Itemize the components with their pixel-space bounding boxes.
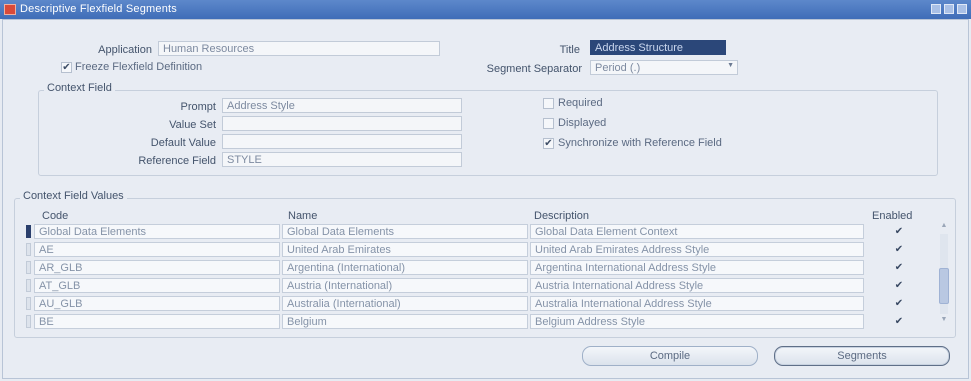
row-indicator[interactable] — [26, 297, 31, 310]
prompt-field[interactable]: Address Style — [222, 98, 462, 113]
checkmark-icon: ✔ — [544, 138, 553, 149]
synchronize-checkbox[interactable]: ✔ — [543, 138, 554, 149]
column-header-code: Code — [42, 210, 69, 222]
row-indicator[interactable] — [26, 315, 31, 328]
table-cell-name[interactable]: United Arab Emirates — [282, 242, 528, 257]
checkmark-icon: ✔ — [894, 298, 904, 309]
displayed-label: Displayed — [558, 117, 607, 129]
checkmark-icon: ✔ — [894, 316, 904, 327]
table-cell-description[interactable]: Global Data Element Context — [530, 224, 864, 239]
checkmark-icon: ✔ — [894, 280, 904, 291]
table-cell-code[interactable]: Global Data Elements — [34, 224, 280, 239]
title-label: Title — [559, 44, 580, 56]
window-title: Descriptive Flexfield Segments — [20, 3, 178, 15]
table-cell-description[interactable]: Austria International Address Style — [530, 278, 864, 293]
column-header-description: Description — [534, 210, 590, 222]
enabled-checkbox[interactable]: ✔ — [893, 226, 905, 238]
table-cell-description[interactable]: Australia International Address Style — [530, 296, 864, 311]
freeze-checkbox[interactable]: ✔ — [61, 62, 72, 73]
context-values-heading: Context Field Values — [20, 190, 127, 202]
application-field[interactable]: Human Resources — [158, 41, 440, 56]
checkmark-icon: ✔ — [894, 226, 904, 237]
scroll-down-icon[interactable]: ▼ — [937, 316, 951, 326]
enabled-checkbox[interactable]: ✔ — [893, 298, 905, 310]
value-set-label: Value Set — [169, 119, 216, 131]
reference-field-field[interactable]: STYLE — [222, 152, 462, 167]
scroll-up-icon[interactable]: ▲ — [937, 222, 951, 232]
default-value-label: Default Value — [150, 137, 216, 149]
table-cell-description[interactable]: United Arab Emirates Address Style — [530, 242, 864, 257]
scroll-thumb[interactable] — [939, 268, 949, 304]
table-cell-name[interactable]: Belgium — [282, 314, 528, 329]
enabled-checkbox[interactable]: ✔ — [893, 244, 905, 256]
table-cell-code[interactable]: AE — [34, 242, 280, 257]
table-scrollbar[interactable]: ▲ ▼ — [937, 222, 951, 326]
row-indicator[interactable] — [26, 225, 31, 238]
checkmark-icon: ✔ — [894, 244, 904, 255]
synchronize-label: Synchronize with Reference Field — [558, 137, 722, 149]
application-label: Application — [98, 44, 152, 56]
prompt-label: Prompt — [180, 101, 216, 113]
table-cell-description[interactable]: Argentina International Address Style — [530, 260, 864, 275]
enabled-checkbox[interactable]: ✔ — [893, 280, 905, 292]
column-header-name: Name — [288, 210, 318, 222]
default-value-field[interactable] — [222, 134, 462, 149]
compile-button[interactable]: Compile — [582, 346, 758, 366]
table-cell-description[interactable]: Belgium Address Style — [530, 314, 864, 329]
maximize-button[interactable] — [944, 4, 954, 14]
separator-value: Period (.) — [595, 62, 641, 74]
freeze-label: Freeze Flexfield Definition — [75, 61, 203, 73]
required-label: Required — [558, 97, 603, 109]
reference-field-label: Reference Field — [138, 155, 216, 167]
table-cell-name[interactable]: Argentina (International) — [282, 260, 528, 275]
window-titlebar: Descriptive Flexfield Segments — [0, 0, 971, 19]
row-indicator[interactable] — [26, 243, 31, 256]
context-field-heading: Context Field — [44, 82, 115, 94]
table-cell-name[interactable]: Austria (International) — [282, 278, 528, 293]
chevron-down-icon: ▼ — [727, 62, 734, 69]
close-button[interactable] — [957, 4, 967, 14]
enabled-checkbox[interactable]: ✔ — [893, 316, 905, 328]
table-cell-code[interactable]: BE — [34, 314, 280, 329]
displayed-checkbox[interactable] — [543, 118, 554, 129]
separator-select[interactable]: Period (.) ▼ — [590, 60, 738, 75]
table-cell-name[interactable]: Global Data Elements — [282, 224, 528, 239]
minimize-button[interactable] — [931, 4, 941, 14]
checkmark-icon: ✔ — [62, 62, 71, 73]
table-cell-name[interactable]: Australia (International) — [282, 296, 528, 311]
title-field[interactable]: Address Structure — [590, 40, 726, 55]
row-indicator[interactable] — [26, 279, 31, 292]
enabled-checkbox[interactable]: ✔ — [893, 262, 905, 274]
segments-button[interactable]: Segments — [774, 346, 950, 366]
separator-label: Segment Separator — [486, 63, 582, 75]
table-cell-code[interactable]: AT_GLB — [34, 278, 280, 293]
table-cell-code[interactable]: AU_GLB — [34, 296, 280, 311]
column-header-enabled: Enabled — [872, 210, 913, 222]
app-icon — [4, 4, 16, 15]
value-set-field[interactable] — [222, 116, 462, 131]
required-checkbox[interactable] — [543, 98, 554, 109]
checkmark-icon: ✔ — [894, 262, 904, 273]
row-indicator[interactable] — [26, 261, 31, 274]
table-cell-code[interactable]: AR_GLB — [34, 260, 280, 275]
